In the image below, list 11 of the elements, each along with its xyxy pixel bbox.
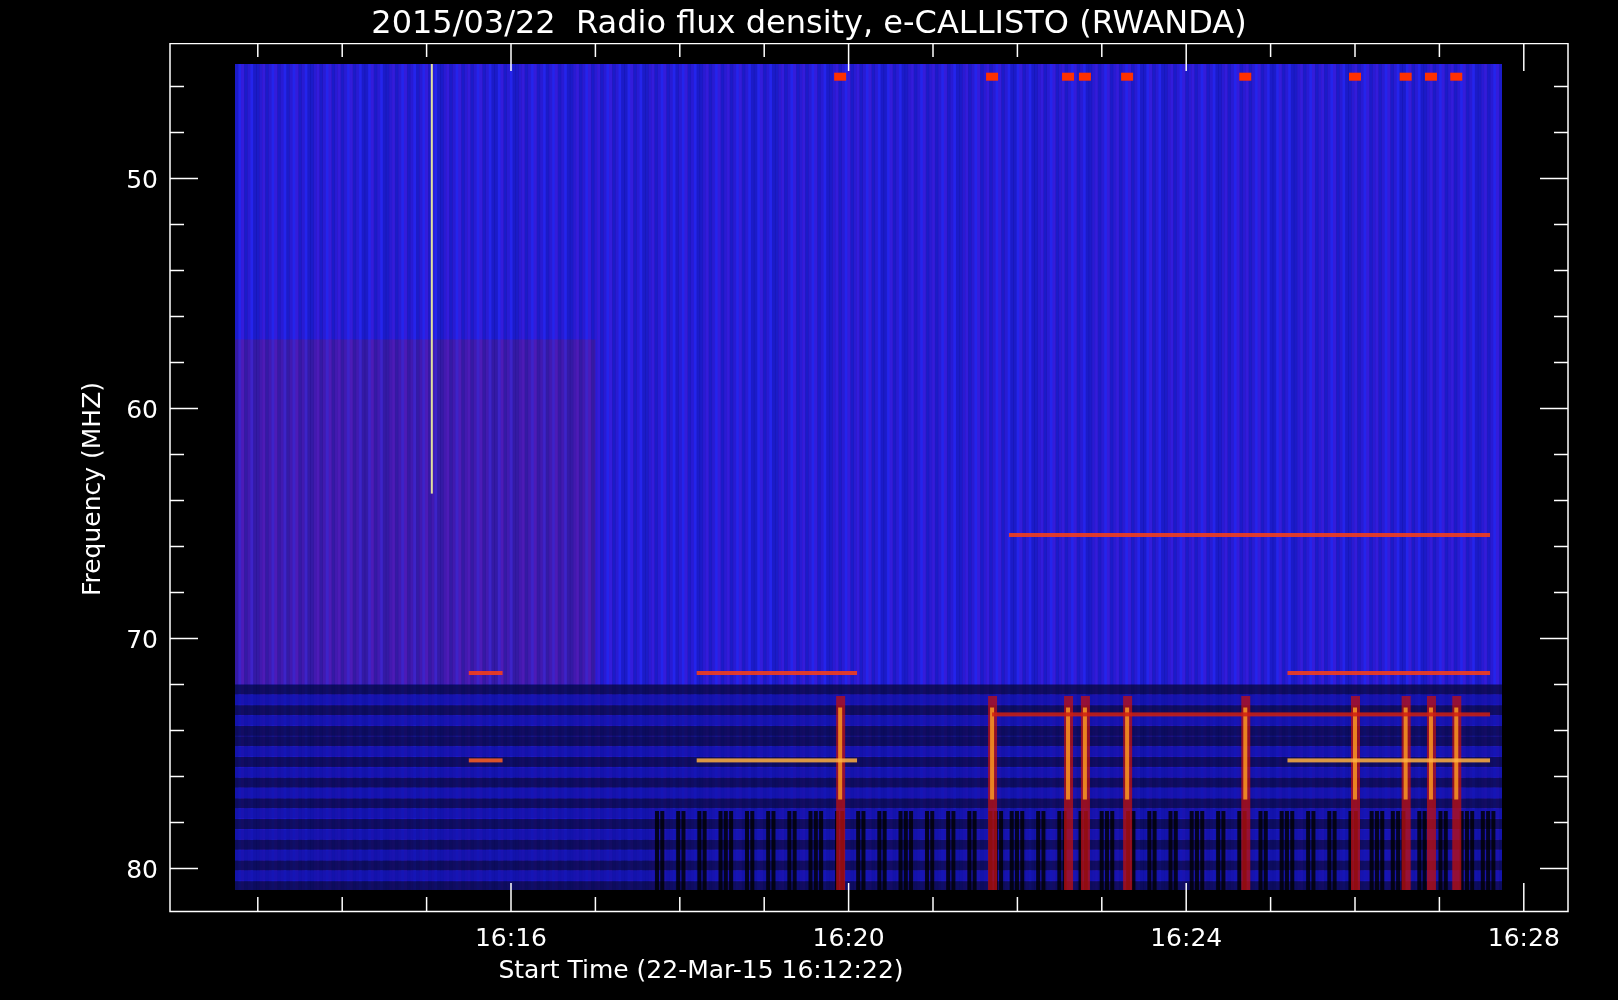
chart-title: 2015/03/22 Radio flux density, e-CALLISTO (RWANDA)	[371, 1, 1247, 42]
tick-label: 80	[126, 854, 158, 884]
tick-label: 70	[126, 624, 158, 654]
tick-label: 16:20	[812, 923, 885, 952]
tick-label: 60	[126, 394, 158, 424]
axis-title: Frequency (MHZ)	[77, 381, 106, 597]
axis-title: Start Time (22-Mar-15 16:12:22)	[498, 955, 904, 984]
tick-label: 16:28	[1487, 923, 1560, 952]
tick-label: 16:16	[475, 923, 547, 952]
tick-label: 50	[126, 164, 158, 194]
tick-label: 16:24	[1150, 923, 1223, 952]
